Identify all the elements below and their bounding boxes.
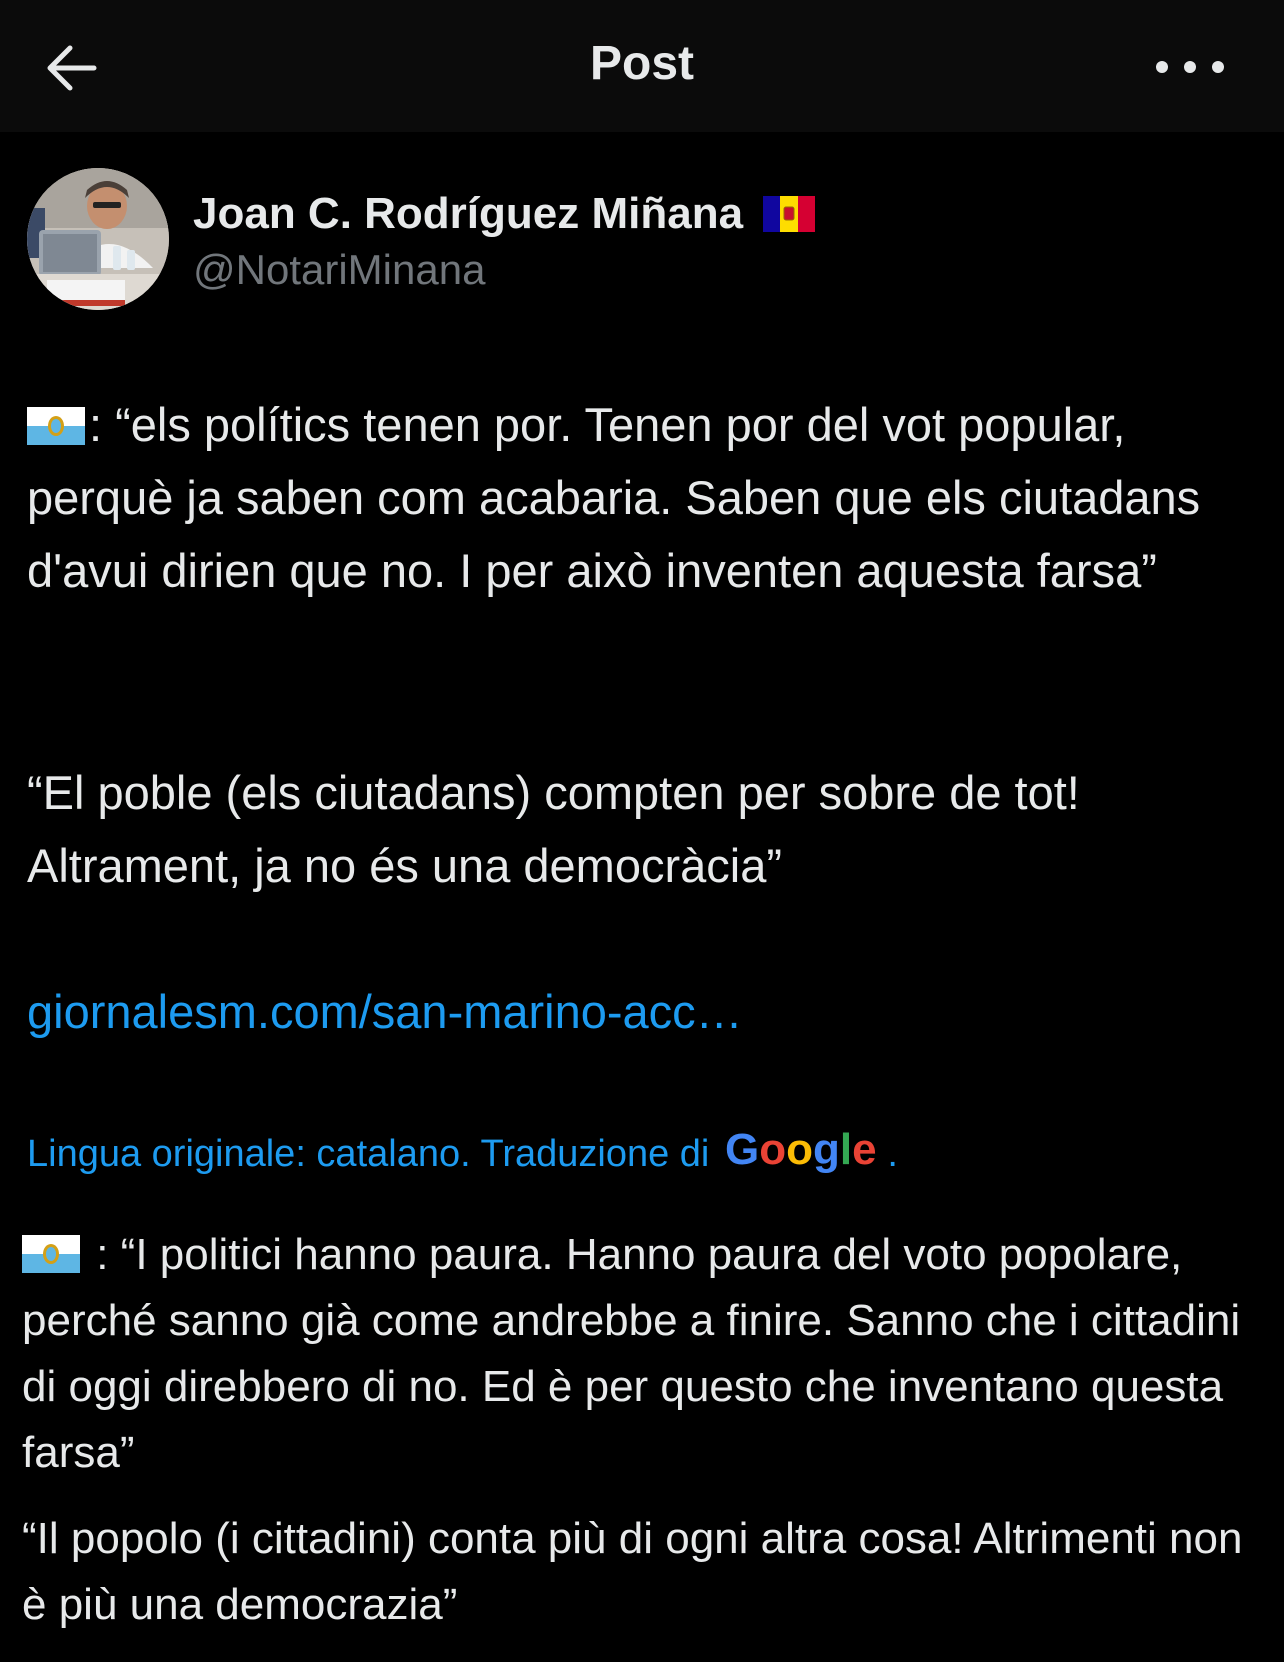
post-link[interactable]: giornalesm.com/san-marino-acc…: [27, 975, 743, 1048]
svg-text:Google: Google: [725, 1125, 877, 1174]
author-name-row: Joan C. Rodríguez Miñana: [193, 186, 816, 242]
post-text-2: “El poble (els ciutadans) compten per so…: [27, 766, 1080, 892]
page-title: Post: [589, 37, 694, 90]
translated-paragraph: : “I politici hanno paura. Hanno paura d…: [22, 1222, 1272, 1486]
top-bar: Post: [0, 0, 1284, 132]
more-horizontal-icon[interactable]: [1150, 50, 1230, 84]
andorra-flag-icon: [763, 196, 816, 232]
translation-period: .: [887, 1132, 898, 1175]
translated-text-1: : “I politici hanno paura. Hanno paura d…: [22, 1230, 1241, 1477]
translation-note[interactable]: Lingua originale: catalano. Traduzione d…: [27, 1124, 898, 1184]
post-paragraph: : “els polítics tenen por. Tenen por del…: [27, 388, 1267, 607]
google-logo: Google: [725, 1125, 877, 1174]
author-handle[interactable]: @NotariMinana: [193, 246, 485, 294]
author-name[interactable]: Joan C. Rodríguez Miñana: [193, 189, 743, 239]
avatar-photo: [27, 168, 169, 310]
translation-label: Lingua originale: catalano. Traduzione d…: [27, 1132, 710, 1175]
translated-paragraph: “Il popolo (i cittadini) conta più di og…: [22, 1506, 1272, 1638]
translated-text-2: “Il popolo (i cittadini) conta più di og…: [22, 1514, 1243, 1629]
post-text-1: : “els polítics tenen por. Tenen por del…: [27, 398, 1201, 597]
san-marino-flag-icon: [22, 1235, 80, 1273]
avatar[interactable]: [27, 168, 169, 310]
post-paragraph: “El poble (els ciutadans) compten per so…: [27, 756, 1267, 902]
san-marino-flag-icon: [27, 407, 85, 445]
